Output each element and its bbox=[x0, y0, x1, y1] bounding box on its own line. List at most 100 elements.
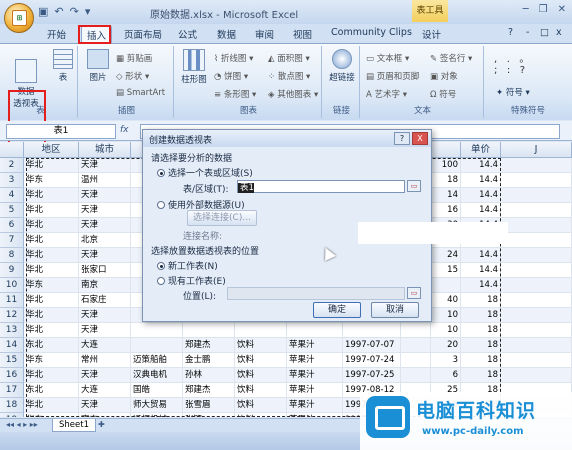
smartart-button[interactable]: ▤ SmartArt bbox=[116, 88, 165, 98]
table-cell[interactable]: 20 bbox=[431, 338, 461, 353]
table-cell[interactable]: 3 bbox=[431, 353, 461, 368]
table-cell[interactable] bbox=[131, 338, 183, 353]
row-header[interactable]: 5 bbox=[0, 203, 24, 218]
radio-new-sheet[interactable]: 新工作表(N) bbox=[157, 259, 218, 272]
table-cell[interactable]: 大连 bbox=[79, 338, 131, 353]
row-header[interactable]: 11 bbox=[0, 293, 24, 308]
table-cell[interactable] bbox=[501, 233, 572, 248]
table-cell[interactable]: 张家口 bbox=[79, 263, 131, 278]
table-cell[interactable] bbox=[501, 263, 572, 278]
table-cell[interactable] bbox=[343, 323, 401, 338]
save-icon[interactable]: ▣ bbox=[38, 5, 48, 18]
radio-existing-sheet[interactable]: 现有工作表(E) bbox=[157, 274, 226, 287]
table-cell[interactable]: 天津 bbox=[79, 203, 131, 218]
table-cell[interactable] bbox=[131, 323, 183, 338]
table-cell[interactable]: 金士鹏 bbox=[183, 353, 235, 368]
table-cell[interactable]: 天津 bbox=[79, 188, 131, 203]
close-icon[interactable]: ✕ bbox=[558, 4, 566, 15]
table-cell[interactable] bbox=[501, 203, 572, 218]
table-cell[interactable]: 天津 bbox=[79, 158, 131, 173]
table-cell[interactable]: 18 bbox=[461, 293, 501, 308]
row-header[interactable]: 15 bbox=[0, 353, 24, 368]
tab-design[interactable]: 设计 bbox=[422, 27, 441, 41]
row-header[interactable]: 13 bbox=[0, 323, 24, 338]
ribbon-restore-icon[interactable]: □ bbox=[540, 27, 549, 38]
table-cell[interactable]: 苹果汁 bbox=[287, 398, 343, 413]
row-header[interactable]: 10 bbox=[0, 278, 24, 293]
table-cell[interactable]: 华东 bbox=[24, 353, 79, 368]
table-cell[interactable]: 1997-07-24 bbox=[343, 353, 401, 368]
tab-data[interactable]: 数据 bbox=[217, 27, 236, 41]
table-cell[interactable]: 苹果汁 bbox=[287, 383, 343, 398]
table-cell[interactable]: 14 bbox=[431, 188, 461, 203]
pie-chart-button[interactable]: ◔ 饼图 ▾ bbox=[214, 70, 248, 82]
row-header[interactable]: 16 bbox=[0, 368, 24, 383]
table-cell[interactable]: 华北 bbox=[24, 203, 79, 218]
row-header[interactable]: 12 bbox=[0, 308, 24, 323]
table-cell[interactable]: 石家庄 bbox=[79, 293, 131, 308]
table-cell[interactable]: 100 bbox=[431, 158, 461, 173]
tab-review[interactable]: 审阅 bbox=[255, 27, 274, 41]
table-cell[interactable] bbox=[501, 293, 572, 308]
minimize-icon[interactable]: ─ bbox=[523, 4, 529, 15]
dialog-help-button[interactable]: ? bbox=[394, 132, 410, 145]
tab-view[interactable]: 视图 bbox=[293, 27, 312, 41]
table-cell[interactable]: 天津 bbox=[79, 398, 131, 413]
table-cell[interactable]: 天津 bbox=[79, 368, 131, 383]
table-cell[interactable]: 14.4 bbox=[461, 263, 501, 278]
row-header[interactable]: 4 bbox=[0, 188, 24, 203]
table-cell[interactable]: 汉典电机 bbox=[131, 368, 183, 383]
ribbon-minimize-icon[interactable]: - bbox=[526, 27, 529, 38]
table-cell[interactable]: 18 bbox=[431, 173, 461, 188]
table-cell[interactable]: 郑建杰 bbox=[183, 338, 235, 353]
row-header[interactable]: 17 bbox=[0, 383, 24, 398]
table-button[interactable]: 表 bbox=[50, 49, 76, 83]
table-cell[interactable]: 南京 bbox=[79, 413, 131, 417]
table-cell[interactable]: 10 bbox=[431, 308, 461, 323]
symbol-button[interactable]: Ω 符号 bbox=[430, 88, 456, 100]
table-cell[interactable]: 天津 bbox=[79, 248, 131, 263]
table-cell[interactable]: 饮料 bbox=[235, 338, 287, 353]
column-chart-button[interactable]: 柱形图 bbox=[179, 49, 209, 85]
table-cell[interactable]: 华北 bbox=[24, 158, 79, 173]
choose-connection-button[interactable]: 选择连接(C)... bbox=[187, 210, 257, 226]
table-cell[interactable]: 苹果汁 bbox=[287, 413, 343, 417]
table-cell[interactable]: 14.4 bbox=[461, 203, 501, 218]
table-cell[interactable]: 华北 bbox=[24, 263, 79, 278]
row-header[interactable]: 18 bbox=[0, 398, 24, 413]
undo-icon[interactable]: ↶ bbox=[54, 5, 63, 18]
table-cell[interactable] bbox=[501, 323, 572, 338]
tab-community-clips[interactable]: Community Clips bbox=[331, 27, 412, 38]
ok-button[interactable]: 确定 bbox=[313, 302, 361, 318]
table-cell[interactable] bbox=[501, 353, 572, 368]
collapse-range-button[interactable]: ▭ bbox=[407, 180, 421, 192]
column-header-col-i[interactable] bbox=[431, 142, 461, 158]
row-header[interactable]: 8 bbox=[0, 248, 24, 263]
shapes-button[interactable]: ◇ 形状 ▾ bbox=[116, 70, 149, 82]
row-header[interactable]: 2 bbox=[0, 158, 24, 173]
table-cell[interactable]: 14.4 bbox=[461, 248, 501, 263]
table-cell[interactable] bbox=[431, 278, 461, 293]
name-box[interactable]: 表1 bbox=[6, 124, 116, 139]
row-header[interactable]: 14 bbox=[0, 338, 24, 353]
table-cell[interactable]: 1997-07-07 bbox=[343, 338, 401, 353]
object-button[interactable]: ▣ 对象 bbox=[430, 70, 458, 82]
scatter-chart-button[interactable]: ⁘ 散点图 ▾ bbox=[268, 70, 310, 82]
table-cell[interactable]: 15 bbox=[431, 263, 461, 278]
table-range-input[interactable]: 表1 bbox=[237, 180, 405, 193]
table-cell[interactable]: 1997-07-25 bbox=[343, 368, 401, 383]
table-cell[interactable]: 24 bbox=[431, 248, 461, 263]
tab-home[interactable]: 开始 bbox=[47, 27, 66, 41]
table-cell[interactable] bbox=[235, 323, 287, 338]
hyperlink-button[interactable]: 超链接 bbox=[326, 49, 358, 83]
special-symbol-button[interactable]: ✦ 符号 ▾ bbox=[496, 86, 530, 98]
ribbon-close-icon[interactable]: x bbox=[556, 27, 562, 38]
table-cell[interactable]: 华东 bbox=[24, 278, 79, 293]
table-cell[interactable]: 苹果汁 bbox=[287, 353, 343, 368]
table-cell[interactable]: 16 bbox=[431, 203, 461, 218]
table-cell[interactable]: 18 bbox=[461, 308, 501, 323]
office-button[interactable]: ⊞ bbox=[4, 3, 34, 33]
restore-icon[interactable]: ❐ bbox=[539, 4, 548, 15]
table-cell[interactable]: 18 bbox=[461, 368, 501, 383]
table-cell[interactable] bbox=[183, 323, 235, 338]
